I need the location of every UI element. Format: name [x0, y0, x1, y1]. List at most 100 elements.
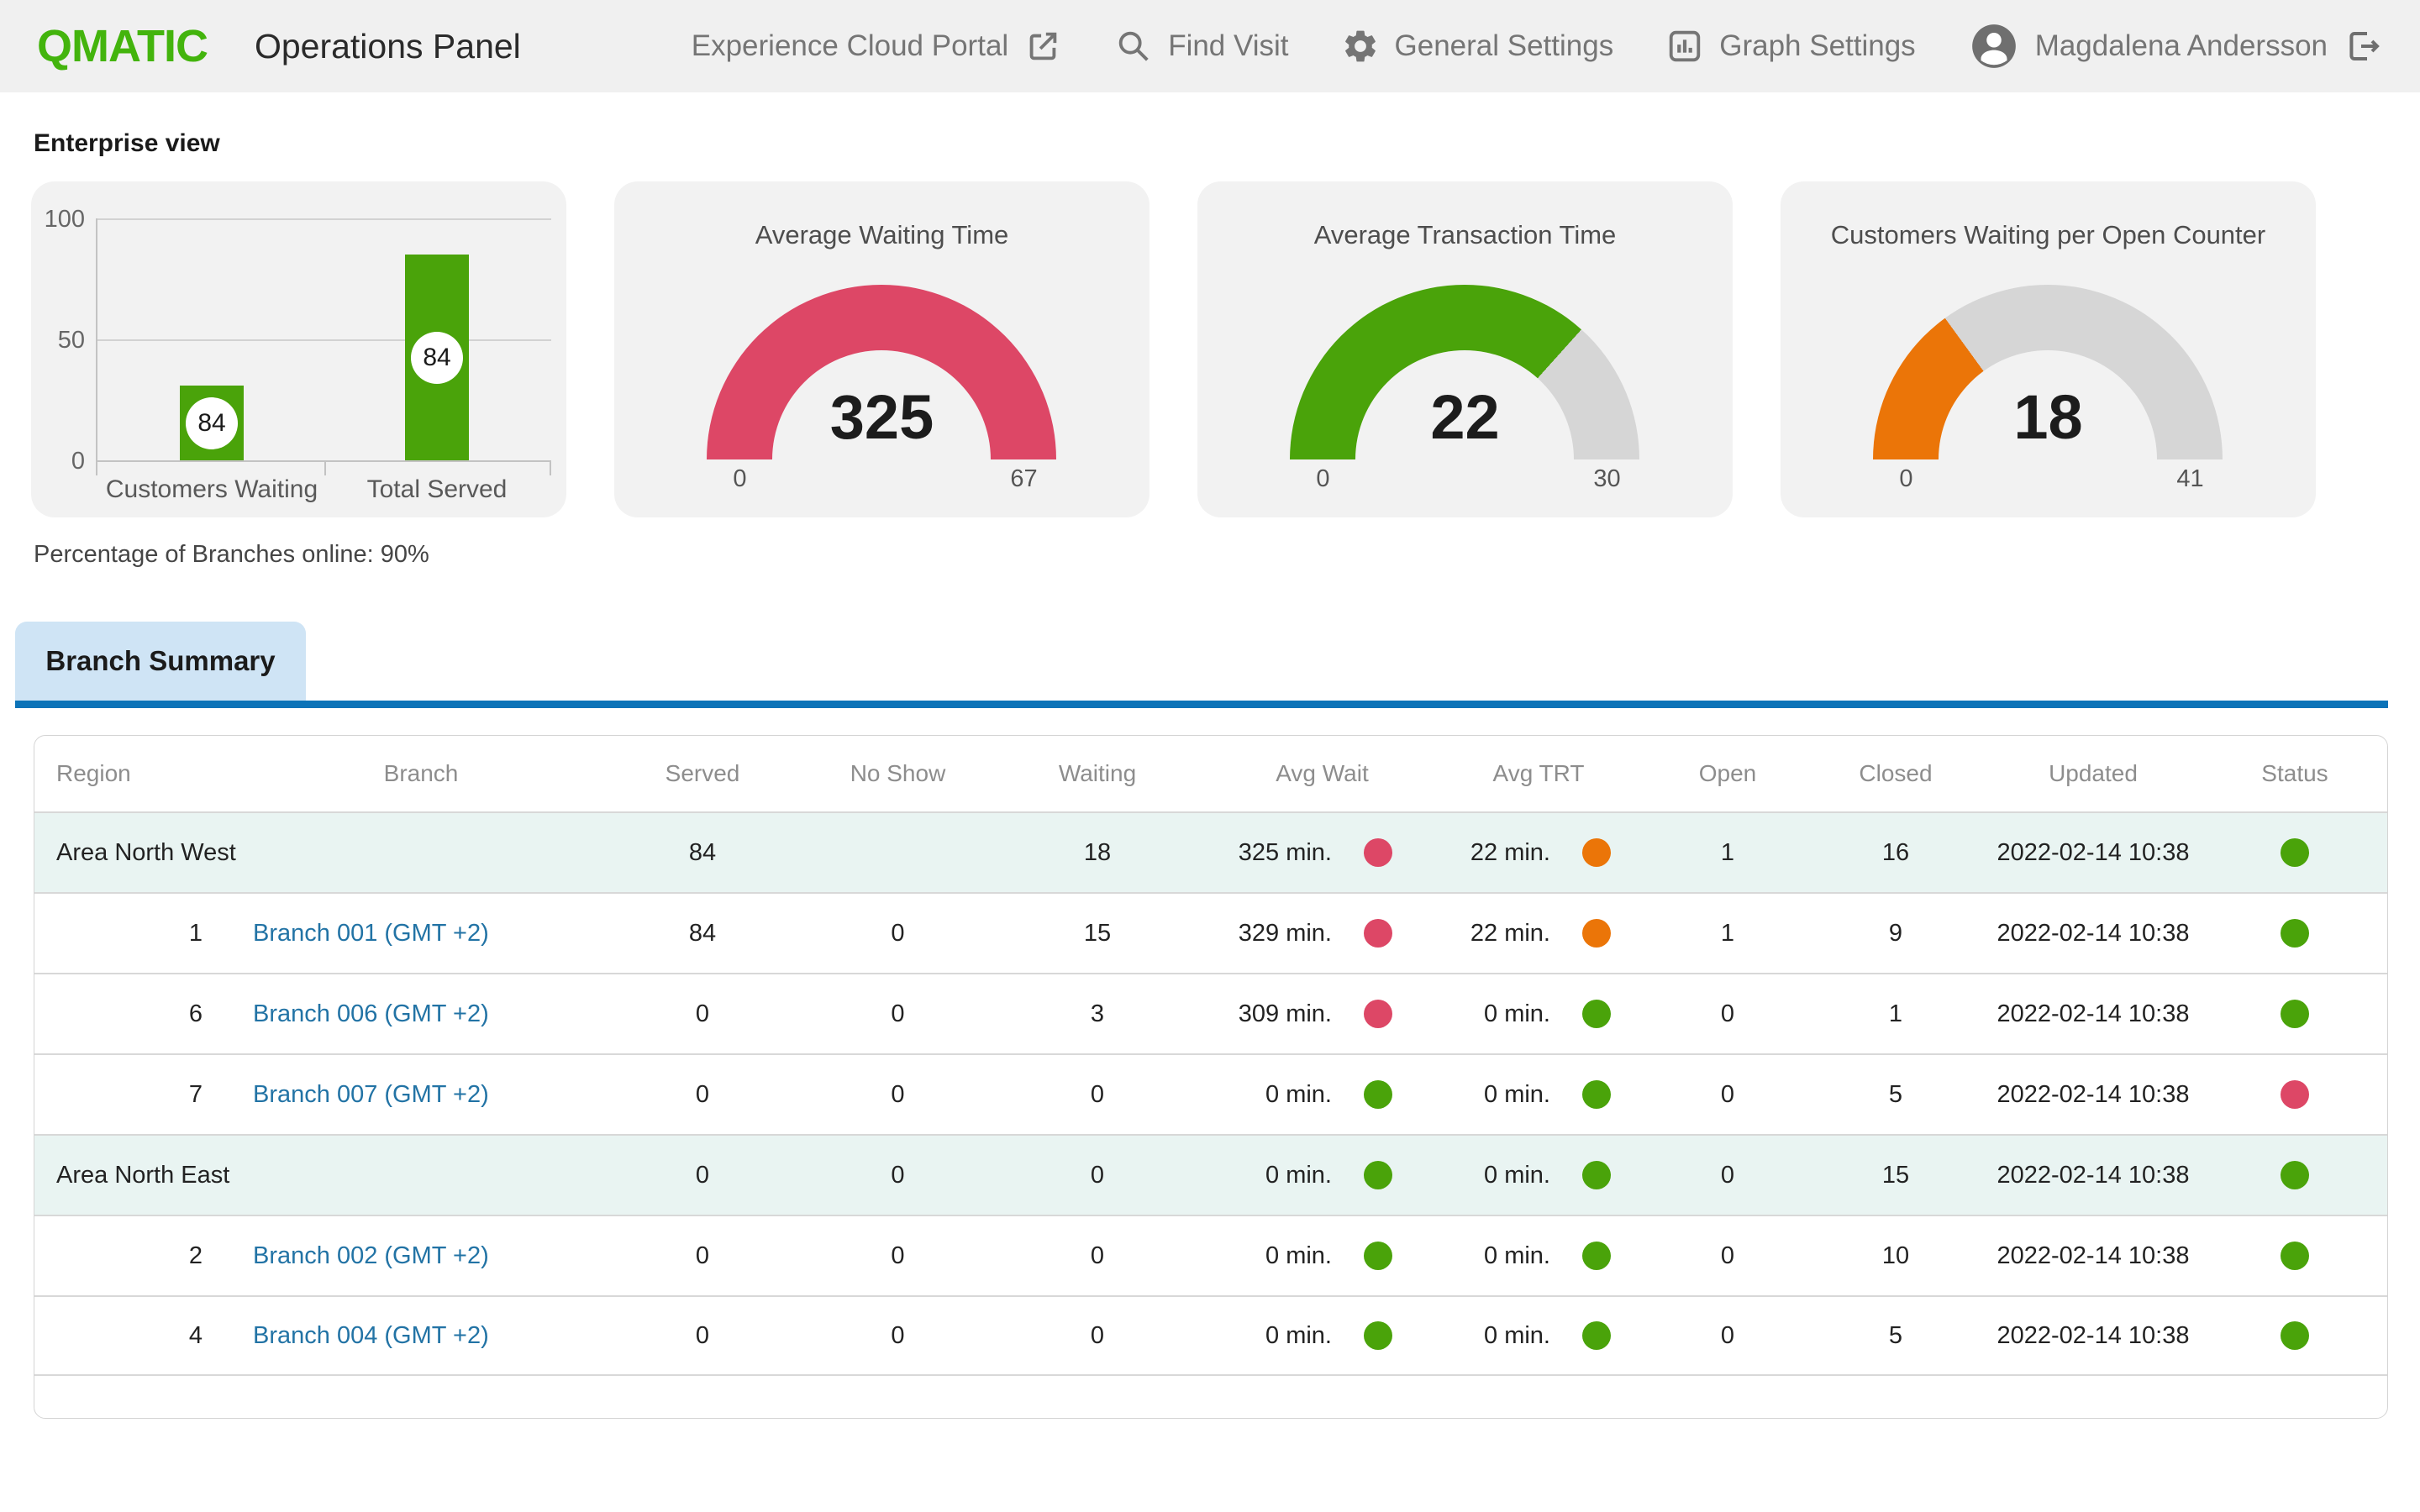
served-cell: 0	[695, 1161, 710, 1189]
avg-wait-cell: 0 min.	[1215, 1216, 1429, 1295]
avg-wait-status-dot	[1364, 838, 1392, 867]
closed-cell: 5	[1888, 1321, 1903, 1349]
branch-status-dot	[2281, 919, 2309, 948]
waiting-cell: 3	[1090, 1000, 1105, 1027]
avg-wait-status-dot	[1364, 1242, 1392, 1270]
table-row: Area North West 84 18 325 min. 22 min. 1…	[34, 811, 2387, 892]
open-cell: 0	[1720, 1242, 1735, 1269]
no-show-cell: 0	[891, 1321, 905, 1349]
branch-cell: Branch 001 (GMT +2)	[253, 894, 589, 973]
column-header-open: Open	[1698, 760, 1757, 786]
table-row: Area North East 0 0 0 0 min. 0 min. 0 15…	[34, 1134, 2387, 1215]
customers-waiting-per-counter-card: Customers Waiting per Open Counter 18 0 …	[1781, 181, 2316, 517]
top-bar: QMATIC Operations Panel Experience Cloud…	[0, 0, 2420, 92]
region-cell: Area North East	[56, 1161, 230, 1189]
branch-cell: Branch 007 (GMT +2)	[253, 1055, 589, 1134]
avg-waiting-time-card: Average Waiting Time 325 0 67	[614, 181, 1150, 517]
status-cell	[2202, 1136, 2387, 1215]
gridline-50	[97, 339, 551, 341]
tab-underline	[15, 701, 2388, 708]
y-tick-label: 50	[57, 327, 85, 354]
closed-cell: 5	[1888, 1080, 1903, 1108]
open-cell: 0	[1720, 1161, 1735, 1189]
avg-wait-status-dot	[1364, 1080, 1392, 1109]
table-row: 7 Branch 007 (GMT +2) 0 0 0 0 min. 0 min…	[34, 1053, 2387, 1134]
nav-find-visit[interactable]: Find Visit	[1114, 27, 1289, 66]
x-category-label: Customers Waiting	[105, 475, 318, 503]
no-show-cell: 0	[891, 919, 905, 947]
served-cell: 0	[695, 1080, 710, 1108]
branch-status-dot	[2281, 838, 2309, 867]
branch-link[interactable]: Branch 002 (GMT +2)	[253, 1242, 489, 1270]
status-cell	[2202, 1297, 2387, 1374]
avatar-icon	[1968, 20, 2020, 72]
bar-plot: 100 50 0 84 84 Customers Waiting Total S…	[45, 206, 551, 503]
branch-link[interactable]: Branch 001 (GMT +2)	[253, 920, 489, 948]
logout-icon[interactable]	[2343, 26, 2383, 66]
table-row: 4 Branch 004 (GMT +2) 0 0 0 0 min. 0 min…	[34, 1295, 2387, 1376]
no-show-cell	[816, 813, 980, 892]
kpi-title: Average Transaction Time	[1313, 220, 1617, 249]
branch-link[interactable]: Branch 004 (GMT +2)	[253, 1322, 489, 1350]
updated-cell: 2022-02-14 10:38	[1996, 1000, 2190, 1027]
avg-wait-cell: 0 min.	[1215, 1055, 1429, 1134]
tab-bar: Branch Summary	[15, 622, 2420, 701]
user-name: Magdalena Andersson	[2034, 29, 2328, 62]
nav-graph-settings[interactable]: Graph Settings	[1665, 27, 1916, 66]
kpi-title: Average Waiting Time	[755, 220, 1009, 249]
branch-status-dot	[2281, 1000, 2309, 1028]
branch-link[interactable]: Branch 007 (GMT +2)	[253, 1081, 489, 1109]
enterprise-bar-chart-card: 100 50 0 84 84 Customers Waiting Total S…	[31, 181, 566, 517]
nav-general-settings[interactable]: General Settings	[1341, 27, 1613, 66]
avg-wait-cell: 0 min.	[1215, 1297, 1429, 1374]
x-axis-tick	[550, 460, 551, 475]
branch-status-dot	[2281, 1242, 2309, 1270]
bar-total-served: 84	[405, 255, 469, 460]
served-cell: 0	[695, 1242, 710, 1269]
top-nav: Experience Cloud Portal Find Visit Gener…	[692, 20, 2383, 72]
avg-trt-status-dot	[1582, 1080, 1611, 1109]
gridline-100	[97, 218, 551, 220]
region-cell: 2	[188, 1242, 203, 1269]
nav-label: Graph Settings	[1719, 29, 1916, 62]
branch-cell: Branch 006 (GMT +2)	[253, 974, 589, 1053]
avg-trt-status-dot	[1582, 1242, 1611, 1270]
app-title: Operations Panel	[254, 26, 521, 66]
nav-label: Find Visit	[1168, 29, 1289, 62]
table-row: 2 Branch 002 (GMT +2) 0 0 0 0 min. 0 min…	[34, 1215, 2387, 1295]
waiting-cell: 18	[1083, 838, 1112, 866]
column-header-avg-trt: Avg TRT	[1492, 760, 1585, 786]
branch-table-body: Area North West 84 18 325 min. 22 min. 1…	[34, 811, 2387, 1376]
gauge-max-label: 67	[1010, 465, 1038, 492]
gauge-value: 18	[2013, 382, 2083, 452]
status-cell	[2202, 1055, 2387, 1134]
gauge-max-label: 41	[2176, 465, 2204, 492]
avg-wait-status-dot	[1364, 1000, 1392, 1028]
bar-value-badge: 84	[186, 396, 238, 449]
column-header-waiting: Waiting	[1058, 760, 1137, 786]
region-cell: 1	[188, 919, 203, 947]
avg-trt-cell: 0 min.	[1429, 1055, 1648, 1134]
gauge-min-label: 0	[1316, 465, 1330, 492]
avg-trt-status-dot	[1582, 1000, 1611, 1028]
avg-trt-cell: 0 min.	[1429, 974, 1648, 1053]
external-link-icon	[1023, 27, 1062, 66]
kpi-card-row: 100 50 0 84 84 Customers Waiting Total S…	[31, 181, 2420, 517]
avg-trt-cell: 22 min.	[1429, 813, 1648, 892]
avg-trt-cell: 0 min.	[1429, 1136, 1648, 1215]
bar-value-badge: 84	[411, 331, 463, 384]
waiting-cell: 0	[1090, 1161, 1105, 1189]
updated-cell: 2022-02-14 10:38	[1996, 838, 2190, 866]
nav-experience-cloud-portal[interactable]: Experience Cloud Portal	[692, 27, 1062, 66]
open-cell: 0	[1720, 1000, 1735, 1027]
branch-summary-table: Region Branch Served No Show Waiting Avg…	[34, 735, 2388, 1419]
branch-link[interactable]: Branch 006 (GMT +2)	[253, 1000, 489, 1028]
gauge-min-label: 0	[733, 465, 747, 492]
avg-trt-status-dot	[1582, 838, 1611, 867]
branch-status-dot	[2281, 1161, 2309, 1189]
user-menu[interactable]: Magdalena Andersson	[1968, 20, 2383, 72]
tab-branch-summary[interactable]: Branch Summary	[15, 622, 306, 701]
branch-status-dot	[2281, 1321, 2309, 1350]
gauge-min-label: 0	[1899, 465, 1913, 492]
column-header-updated: Updated	[2049, 760, 2138, 786]
